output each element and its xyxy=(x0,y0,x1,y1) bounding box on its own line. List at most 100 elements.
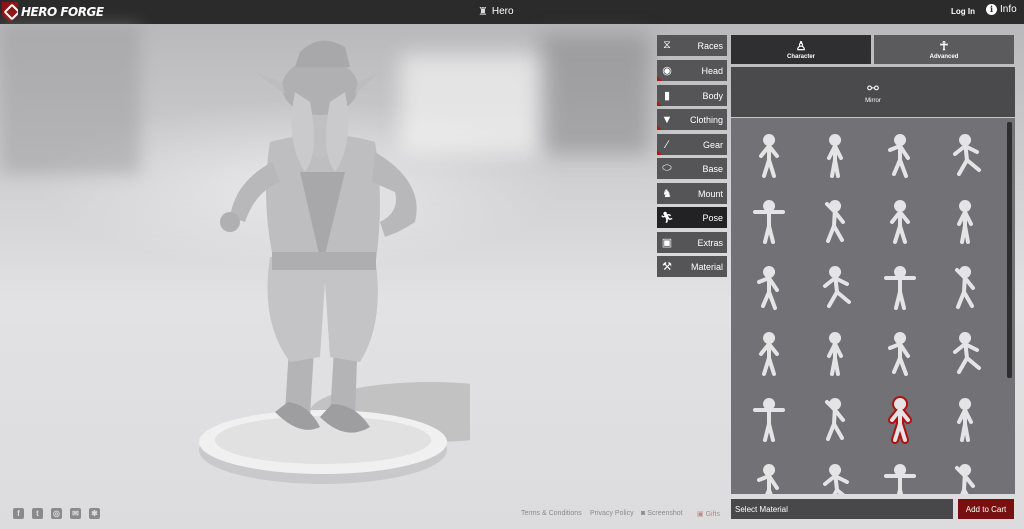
pose-thumbnail[interactable] xyxy=(745,390,793,446)
facebook-icon[interactable]: f xyxy=(13,508,24,519)
terms-link[interactable]: Terms & Conditions xyxy=(521,510,582,517)
twitter-icon[interactable]: t xyxy=(32,508,43,519)
pose-figure-icon xyxy=(759,134,779,178)
pose-thumbnail[interactable] xyxy=(745,192,793,248)
pose-thumbnail[interactable] xyxy=(811,324,859,380)
pose-thumbnail[interactable] xyxy=(941,126,989,182)
mirror-button[interactable]: ⚯ Mirror xyxy=(731,67,1015,117)
pose-figure-icon xyxy=(753,398,785,442)
pose-thumbnail[interactable] xyxy=(876,390,924,446)
camera-icon: ◙ xyxy=(641,510,646,517)
tab-clothing[interactable]: ▼ Clothing xyxy=(657,109,727,130)
pose-figure-icon xyxy=(884,464,916,494)
gifts-link[interactable]: ▣ Gifts xyxy=(697,510,720,518)
select-material-field[interactable]: Select Material xyxy=(731,499,953,519)
pose-figure-icon xyxy=(955,464,975,494)
top-bar: HERO FORGE ♜ Hero Log In i Info xyxy=(0,0,1024,24)
pose-thumbnail[interactable] xyxy=(941,456,989,494)
info-button[interactable]: i Info xyxy=(986,4,1017,15)
dna-icon: ⧖ xyxy=(663,39,671,51)
mirror-icon: ⚯ xyxy=(867,79,879,96)
pose-figure-icon xyxy=(827,134,843,178)
add-to-cart-button[interactable]: Add to Cart xyxy=(958,499,1014,519)
horse-icon: ♞ xyxy=(662,188,672,200)
pose-figure-icon xyxy=(888,396,912,444)
modified-indicator xyxy=(657,76,662,81)
logo-shield-icon xyxy=(2,2,18,22)
pose-figure-icon xyxy=(888,134,910,178)
pose-figure-icon xyxy=(823,266,851,308)
pose-figure-icon xyxy=(884,266,916,310)
pose-thumbnail[interactable] xyxy=(745,456,793,494)
advanced-mode-button[interactable]: ☥ Advanced xyxy=(874,35,1014,64)
screenshot-button[interactable]: ◙ Screenshot xyxy=(641,510,683,517)
pose-grid xyxy=(731,118,1015,494)
pose-thumbnail[interactable] xyxy=(941,192,989,248)
pose-thumbnail[interactable] xyxy=(811,390,859,446)
sword-icon: ∕ xyxy=(666,138,668,151)
tab-label: Base xyxy=(702,163,723,174)
character-mode-button[interactable]: ♙ Character xyxy=(731,35,871,64)
tab-head[interactable]: ◉ Head xyxy=(657,60,727,81)
tab-body[interactable]: ▮ Body xyxy=(657,85,727,106)
pose-thumbnail[interactable] xyxy=(876,324,924,380)
pose-thumbnail[interactable] xyxy=(745,258,793,314)
tab-label: Material xyxy=(690,261,723,272)
privacy-link[interactable]: Privacy Policy xyxy=(590,510,634,517)
pose-figure-icon xyxy=(825,200,845,243)
pose-thumbnail[interactable] xyxy=(876,126,924,182)
tab-label: Mount xyxy=(697,188,723,199)
email-icon[interactable]: ✉ xyxy=(70,508,81,519)
pose-figure-icon xyxy=(753,200,785,244)
tab-gear[interactable]: ∕ Gear xyxy=(657,134,727,155)
pose-thumbnail[interactable] xyxy=(941,390,989,446)
gifts-label: Gifts xyxy=(705,511,720,518)
modified-indicator xyxy=(657,150,662,155)
login-link[interactable]: Log In xyxy=(951,7,975,16)
tab-extras[interactable]: ▣ Extras xyxy=(657,232,727,253)
tab-mount[interactable]: ♞ Mount xyxy=(657,183,727,204)
pose-figure-icon xyxy=(957,398,973,442)
tab-label: Extras xyxy=(697,237,723,248)
pose-figure-icon xyxy=(953,332,981,374)
pose-thumbnail[interactable] xyxy=(876,258,924,314)
pose-thumbnail[interactable] xyxy=(745,126,793,182)
info-icon: i xyxy=(986,4,997,15)
bug-report-icon[interactable]: ✱ xyxy=(89,508,100,519)
miniature-model[interactable] xyxy=(190,32,470,502)
tab-label: Clothing xyxy=(689,114,723,125)
tab-base[interactable]: ⬭ Base xyxy=(657,158,727,179)
pose-thumbnail[interactable] xyxy=(941,324,989,380)
pose-thumbnail[interactable] xyxy=(745,324,793,380)
tab-races[interactable]: ⧖ Races xyxy=(657,35,727,56)
social-links: f t ◎ ✉ ✱ xyxy=(13,508,100,519)
pose-thumbnail[interactable] xyxy=(811,456,859,494)
gift-icon: ▣ xyxy=(697,511,704,518)
tab-label: Races xyxy=(697,40,723,51)
pose-figure-icon xyxy=(888,332,910,376)
tab-pose[interactable]: 🏃︎ Pose xyxy=(657,207,727,228)
gift-icon: ▣ xyxy=(661,237,673,249)
pose-thumbnail[interactable] xyxy=(876,456,924,494)
info-label: Info xyxy=(1000,4,1017,15)
pose-thumbnail[interactable] xyxy=(811,258,859,314)
pose-thumbnail[interactable] xyxy=(811,192,859,248)
material-icon: ⚒ xyxy=(662,261,672,273)
action-figure-icon: ☥ xyxy=(939,38,949,53)
modified-indicator xyxy=(657,125,662,130)
pose-grid-scrollbar[interactable] xyxy=(1007,122,1012,378)
hero-forge-logo[interactable]: HERO FORGE xyxy=(2,2,104,22)
character-name[interactable]: ♜ Hero xyxy=(478,5,514,18)
pose-thumbnail[interactable] xyxy=(811,126,859,182)
instagram-icon[interactable]: ◎ xyxy=(51,508,62,519)
standing-figure-icon: ♙ xyxy=(795,38,807,53)
tab-label: Body xyxy=(702,90,723,101)
pose-icon: 🏃︎ xyxy=(660,212,674,224)
logo-text: HERO FORGE xyxy=(21,5,104,19)
pose-figure-icon xyxy=(757,464,779,494)
pose-thumbnail[interactable] xyxy=(941,258,989,314)
pose-thumbnail[interactable] xyxy=(876,192,924,248)
pose-figure-icon xyxy=(890,200,910,244)
pose-figure-icon xyxy=(953,134,981,176)
tab-material[interactable]: ⚒ Material xyxy=(657,256,727,277)
